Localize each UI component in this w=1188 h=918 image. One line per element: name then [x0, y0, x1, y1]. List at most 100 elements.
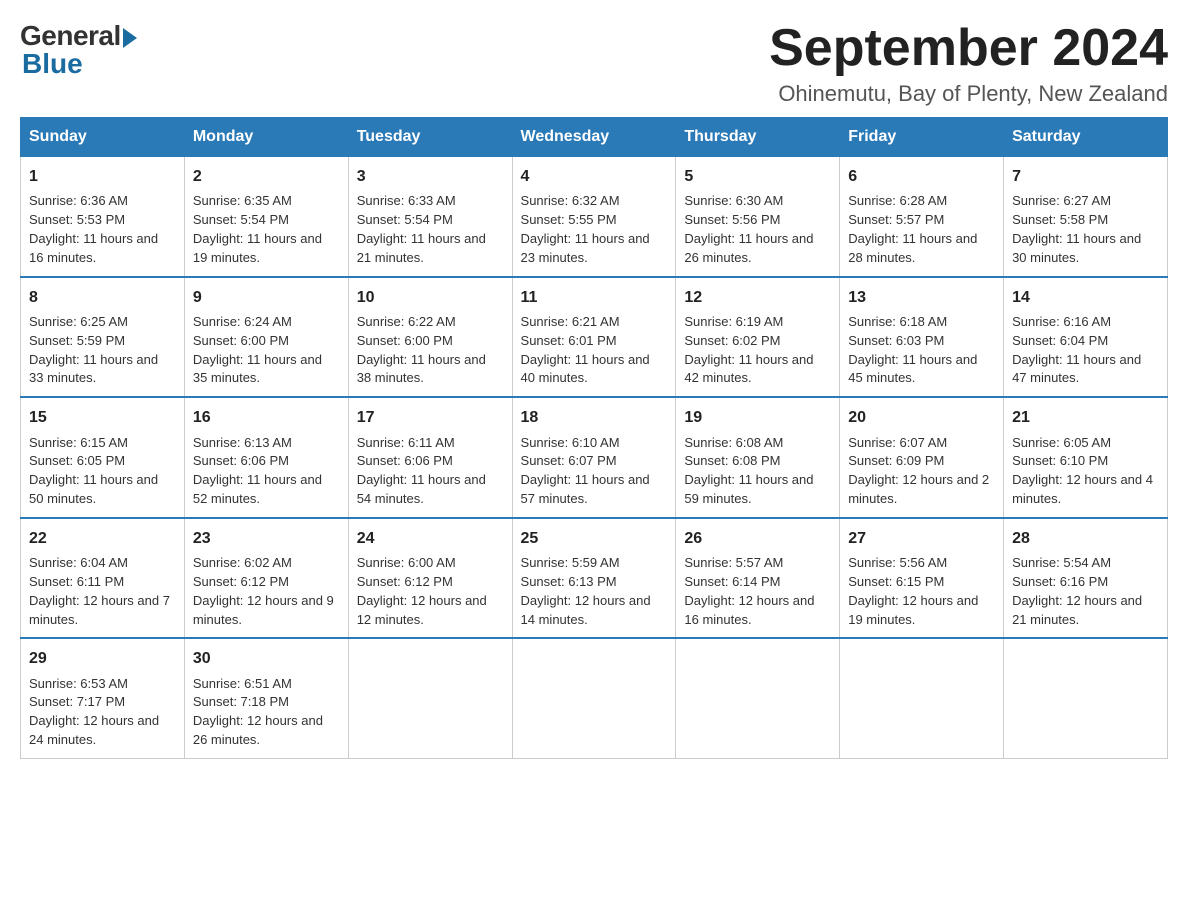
day-number: 28	[1012, 527, 1159, 550]
day-number: 23	[193, 527, 340, 550]
daylight-text: Daylight: 12 hours and 26 minutes.	[193, 713, 323, 747]
calendar-cell: 1 Sunrise: 6:36 AM Sunset: 5:53 PM Dayli…	[21, 157, 185, 277]
day-number: 10	[357, 286, 504, 309]
sunrise-text: Sunrise: 6:53 AM	[29, 676, 128, 691]
daylight-text: Daylight: 11 hours and 45 minutes.	[848, 352, 977, 386]
daylight-text: Daylight: 11 hours and 23 minutes.	[521, 231, 650, 265]
sunset-text: Sunset: 6:01 PM	[521, 333, 617, 348]
calendar-cell: 9 Sunrise: 6:24 AM Sunset: 6:00 PM Dayli…	[184, 277, 348, 398]
calendar-cell: 19 Sunrise: 6:08 AM Sunset: 6:08 PM Dayl…	[676, 397, 840, 518]
day-header-friday: Friday	[840, 118, 1004, 157]
sunset-text: Sunset: 5:53 PM	[29, 212, 125, 227]
daylight-text: Daylight: 11 hours and 38 minutes.	[357, 352, 486, 386]
sunrise-text: Sunrise: 6:08 AM	[684, 435, 783, 450]
logo: General Blue	[20, 20, 137, 80]
day-number: 16	[193, 406, 340, 429]
sunrise-text: Sunrise: 5:59 AM	[521, 555, 620, 570]
calendar-cell: 13 Sunrise: 6:18 AM Sunset: 6:03 PM Dayl…	[840, 277, 1004, 398]
sunrise-text: Sunrise: 6:33 AM	[357, 193, 456, 208]
day-number: 17	[357, 406, 504, 429]
sunrise-text: Sunrise: 6:10 AM	[521, 435, 620, 450]
daylight-text: Daylight: 11 hours and 52 minutes.	[193, 472, 322, 506]
calendar-cell	[1004, 638, 1168, 758]
day-number: 4	[521, 165, 668, 188]
daylight-text: Daylight: 11 hours and 28 minutes.	[848, 231, 977, 265]
month-title: September 2024	[769, 20, 1168, 77]
calendar-cell: 28 Sunrise: 5:54 AM Sunset: 6:16 PM Dayl…	[1004, 518, 1168, 639]
day-number: 29	[29, 647, 176, 670]
calendar-week-row: 22 Sunrise: 6:04 AM Sunset: 6:11 PM Dayl…	[21, 518, 1168, 639]
calendar-cell: 7 Sunrise: 6:27 AM Sunset: 5:58 PM Dayli…	[1004, 157, 1168, 277]
daylight-text: Daylight: 11 hours and 33 minutes.	[29, 352, 158, 386]
calendar-cell: 11 Sunrise: 6:21 AM Sunset: 6:01 PM Dayl…	[512, 277, 676, 398]
day-number: 18	[521, 406, 668, 429]
sunset-text: Sunset: 6:07 PM	[521, 453, 617, 468]
calendar-cell: 3 Sunrise: 6:33 AM Sunset: 5:54 PM Dayli…	[348, 157, 512, 277]
daylight-text: Daylight: 11 hours and 35 minutes.	[193, 352, 322, 386]
daylight-text: Daylight: 11 hours and 30 minutes.	[1012, 231, 1141, 265]
sunrise-text: Sunrise: 6:25 AM	[29, 314, 128, 329]
daylight-text: Daylight: 11 hours and 47 minutes.	[1012, 352, 1141, 386]
day-number: 7	[1012, 165, 1159, 188]
day-header-monday: Monday	[184, 118, 348, 157]
calendar-cell: 24 Sunrise: 6:00 AM Sunset: 6:12 PM Dayl…	[348, 518, 512, 639]
sunrise-text: Sunrise: 6:02 AM	[193, 555, 292, 570]
day-number: 19	[684, 406, 831, 429]
day-number: 26	[684, 527, 831, 550]
sunrise-text: Sunrise: 6:30 AM	[684, 193, 783, 208]
sunrise-text: Sunrise: 6:21 AM	[521, 314, 620, 329]
calendar-cell: 12 Sunrise: 6:19 AM Sunset: 6:02 PM Dayl…	[676, 277, 840, 398]
sunset-text: Sunset: 6:06 PM	[193, 453, 289, 468]
sunrise-text: Sunrise: 6:13 AM	[193, 435, 292, 450]
calendar-cell	[512, 638, 676, 758]
daylight-text: Daylight: 12 hours and 19 minutes.	[848, 593, 978, 627]
sunset-text: Sunset: 6:03 PM	[848, 333, 944, 348]
sunrise-text: Sunrise: 5:57 AM	[684, 555, 783, 570]
sunrise-text: Sunrise: 6:28 AM	[848, 193, 947, 208]
calendar-cell: 15 Sunrise: 6:15 AM Sunset: 6:05 PM Dayl…	[21, 397, 185, 518]
sunset-text: Sunset: 5:55 PM	[521, 212, 617, 227]
day-number: 25	[521, 527, 668, 550]
sunset-text: Sunset: 6:10 PM	[1012, 453, 1108, 468]
sunset-text: Sunset: 6:00 PM	[193, 333, 289, 348]
day-number: 30	[193, 647, 340, 670]
sunset-text: Sunset: 6:14 PM	[684, 574, 780, 589]
daylight-text: Daylight: 11 hours and 40 minutes.	[521, 352, 650, 386]
sunset-text: Sunset: 5:57 PM	[848, 212, 944, 227]
calendar-cell	[348, 638, 512, 758]
calendar-cell: 27 Sunrise: 5:56 AM Sunset: 6:15 PM Dayl…	[840, 518, 1004, 639]
location-text: Ohinemutu, Bay of Plenty, New Zealand	[769, 81, 1168, 107]
sunrise-text: Sunrise: 6:11 AM	[357, 435, 455, 450]
day-number: 15	[29, 406, 176, 429]
sunrise-text: Sunrise: 6:05 AM	[1012, 435, 1111, 450]
daylight-text: Daylight: 11 hours and 16 minutes.	[29, 231, 158, 265]
sunrise-text: Sunrise: 6:04 AM	[29, 555, 128, 570]
calendar-cell: 20 Sunrise: 6:07 AM Sunset: 6:09 PM Dayl…	[840, 397, 1004, 518]
day-header-thursday: Thursday	[676, 118, 840, 157]
day-number: 3	[357, 165, 504, 188]
day-headers-row: SundayMondayTuesdayWednesdayThursdayFrid…	[21, 118, 1168, 157]
sunset-text: Sunset: 6:12 PM	[357, 574, 453, 589]
calendar-week-row: 8 Sunrise: 6:25 AM Sunset: 5:59 PM Dayli…	[21, 277, 1168, 398]
daylight-text: Daylight: 12 hours and 12 minutes.	[357, 593, 487, 627]
sunset-text: Sunset: 6:05 PM	[29, 453, 125, 468]
day-number: 21	[1012, 406, 1159, 429]
calendar-cell: 26 Sunrise: 5:57 AM Sunset: 6:14 PM Dayl…	[676, 518, 840, 639]
sunrise-text: Sunrise: 6:19 AM	[684, 314, 783, 329]
day-header-sunday: Sunday	[21, 118, 185, 157]
sunrise-text: Sunrise: 6:27 AM	[1012, 193, 1111, 208]
day-number: 9	[193, 286, 340, 309]
day-number: 5	[684, 165, 831, 188]
calendar-cell	[676, 638, 840, 758]
day-number: 22	[29, 527, 176, 550]
sunset-text: Sunset: 5:58 PM	[1012, 212, 1108, 227]
sunrise-text: Sunrise: 6:00 AM	[357, 555, 456, 570]
calendar-cell: 4 Sunrise: 6:32 AM Sunset: 5:55 PM Dayli…	[512, 157, 676, 277]
sunset-text: Sunset: 6:04 PM	[1012, 333, 1108, 348]
sunset-text: Sunset: 6:12 PM	[193, 574, 289, 589]
day-number: 24	[357, 527, 504, 550]
calendar-cell: 8 Sunrise: 6:25 AM Sunset: 5:59 PM Dayli…	[21, 277, 185, 398]
sunset-text: Sunset: 5:54 PM	[357, 212, 453, 227]
calendar-cell: 22 Sunrise: 6:04 AM Sunset: 6:11 PM Dayl…	[21, 518, 185, 639]
sunrise-text: Sunrise: 6:15 AM	[29, 435, 128, 450]
